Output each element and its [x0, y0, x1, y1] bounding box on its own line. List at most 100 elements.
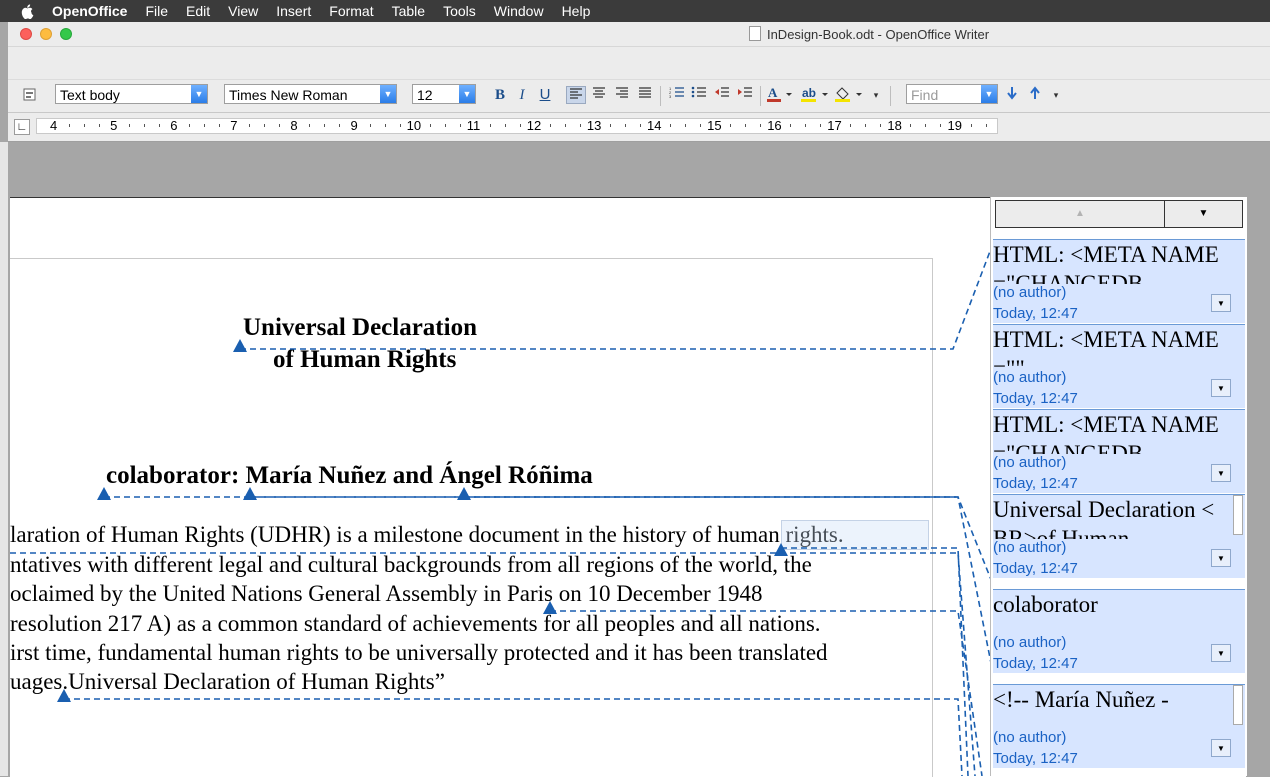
apple-icon[interactable] — [20, 3, 36, 19]
ruler-number: 15 — [707, 118, 722, 133]
font-name-select[interactable]: Times New Roman ▼ — [224, 84, 397, 104]
comment-text[interactable]: HTML: <META NAME="" — [993, 325, 1225, 369]
ruler-tick — [970, 124, 972, 127]
paint-bucket-icon — [835, 87, 862, 102]
ruler-strip[interactable] — [36, 118, 998, 134]
collaborator-line[interactable]: colaborator: María Nuñez and Ángel Róñim… — [106, 462, 593, 490]
ruler-tick — [685, 124, 687, 127]
comment-note[interactable]: Universal Declaration <BR>of Human (no a… — [993, 494, 1245, 578]
document-title-line2[interactable]: of Human Rights — [273, 346, 456, 374]
comment-note[interactable]: colaborator (no author) Today, 12:47 ▼ — [993, 589, 1245, 673]
find-next-button[interactable] — [1004, 86, 1020, 104]
ruler-number: 10 — [406, 118, 422, 133]
comment-text[interactable]: HTML: <META NAME="CHANGEDB — [993, 410, 1225, 454]
comment-author: (no author) — [993, 634, 1067, 651]
paragraph-style-select[interactable]: Text body ▼ — [55, 84, 208, 104]
comment-menu-button[interactable]: ▼ — [1211, 379, 1231, 397]
find-combo[interactable]: Find ▼ — [906, 84, 998, 104]
menu-view[interactable]: View — [228, 3, 258, 19]
comment-note[interactable]: HTML: <META NAME="" (no author) Today, 1… — [993, 324, 1245, 408]
window-title-wrap: InDesign-Book.odt - OpenOffice Writer — [8, 26, 1270, 42]
align-right-button[interactable] — [613, 86, 631, 104]
comment-anchor-icon[interactable] — [543, 601, 557, 614]
align-left-button[interactable] — [566, 86, 586, 104]
toolbar-overflow-icon[interactable]: ▾ — [872, 86, 880, 104]
body-line[interactable]: resolution 217 A) as a common standard o… — [10, 611, 821, 637]
ruler-tick — [369, 124, 371, 127]
window-title: InDesign-Book.odt - OpenOffice Writer — [766, 27, 990, 42]
justify-button[interactable] — [636, 86, 654, 104]
highlight-button[interactable]: ab — [800, 86, 830, 104]
comment-menu-button[interactable]: ▼ — [1211, 549, 1231, 567]
comment-note[interactable]: HTML: <META NAME="CHANGEDB (no author) T… — [993, 239, 1245, 323]
document-title-line1[interactable]: Universal Declaration — [243, 314, 477, 342]
comment-text[interactable]: <!-- María Nuñez - — [993, 685, 1225, 729]
comment-text[interactable]: colaborator — [993, 590, 1225, 634]
comment-menu-button[interactable]: ▼ — [1211, 739, 1231, 757]
align-center-button[interactable] — [590, 86, 608, 104]
font-color-button[interactable]: A — [766, 85, 794, 104]
ruler-tick — [69, 124, 71, 127]
increase-indent-button[interactable] — [736, 86, 754, 104]
comment-note[interactable]: HTML: <META NAME="CHANGEDB (no author) T… — [993, 409, 1245, 493]
chevron-down-icon[interactable]: ▼ — [981, 85, 997, 103]
comments-scroll-up-button[interactable]: ▲ — [996, 201, 1165, 227]
align-center-icon — [593, 87, 605, 98]
chevron-down-icon[interactable]: ▼ — [380, 85, 396, 103]
body-line[interactable]: laration of Human Rights (UDHR) is a mil… — [10, 522, 844, 548]
tab-stop-type-button[interactable]: ∟ — [14, 119, 30, 135]
comments-scroll-down-button[interactable]: ▼ — [1165, 201, 1242, 227]
font-name-value: Times New Roman — [229, 87, 348, 103]
menu-help[interactable]: Help — [562, 3, 591, 19]
comment-text[interactable]: HTML: <META NAME="CHANGEDB — [993, 240, 1225, 284]
comment-anchor-icon[interactable] — [243, 487, 257, 500]
menu-insert[interactable]: Insert — [276, 3, 311, 19]
font-size-select[interactable]: 12 ▼ — [412, 84, 476, 104]
comment-note[interactable]: <!-- María Nuñez - (no author) Today, 12… — [993, 684, 1245, 768]
comment-text[interactable]: Universal Declaration <BR>of Human — [993, 495, 1225, 539]
body-line[interactable]: ntatives with different legal and cultur… — [10, 552, 812, 578]
ruler-number: 16 — [767, 118, 782, 133]
styles-formatting-icon[interactable] — [22, 87, 38, 103]
comment-menu-button[interactable]: ▼ — [1211, 294, 1231, 312]
body-paragraph[interactable]: laration of Human Rights (UDHR) is a mil… — [10, 520, 940, 720]
comment-scrollbar[interactable] — [1233, 685, 1243, 725]
comment-anchor-icon[interactable] — [57, 689, 71, 702]
comment-anchor-icon[interactable] — [774, 543, 788, 556]
bullets-button[interactable] — [690, 86, 708, 104]
body-line[interactable]: uages.Universal Declaration of Human Rig… — [10, 669, 445, 695]
comment-menu-button[interactable]: ▼ — [1211, 644, 1231, 662]
menu-edit[interactable]: Edit — [186, 3, 210, 19]
ruler-tick — [670, 124, 672, 127]
decrease-indent-button[interactable] — [713, 86, 731, 104]
comment-menu-button[interactable]: ▼ — [1211, 464, 1231, 482]
ruler-tick — [429, 124, 431, 127]
ruler-tick — [399, 124, 401, 127]
body-line[interactable]: irst time, fundamental human rights to b… — [10, 640, 828, 666]
menu-app-name[interactable]: OpenOffice — [52, 3, 127, 19]
ruler-tick — [790, 124, 792, 127]
horizontal-ruler[interactable]: ∟ 4 5 6 7 8 9 10 11 12 13 14 15 16 17 18 19 — [8, 113, 1270, 142]
background-color-button[interactable] — [834, 86, 864, 104]
comment-anchor-icon[interactable] — [457, 487, 471, 500]
highlighter-icon: ab — [801, 86, 828, 102]
menu-tools[interactable]: Tools — [443, 3, 476, 19]
menu-format[interactable]: Format — [329, 3, 373, 19]
increase-indent-icon — [738, 87, 752, 97]
italic-button[interactable]: I — [514, 86, 530, 104]
numbering-button[interactable]: 123 — [668, 86, 686, 104]
comment-anchor-icon[interactable] — [233, 339, 247, 352]
chevron-down-icon[interactable]: ▼ — [459, 85, 475, 103]
bold-button[interactable]: B — [492, 86, 508, 104]
comment-scrollbar[interactable] — [1233, 495, 1243, 535]
toolbar-overflow-icon[interactable]: ▾ — [1052, 86, 1060, 104]
underline-button[interactable]: U — [537, 86, 553, 104]
menu-table[interactable]: Table — [392, 3, 425, 19]
menu-window[interactable]: Window — [494, 3, 544, 19]
chevron-down-icon[interactable]: ▼ — [191, 85, 207, 103]
menu-file[interactable]: File — [145, 3, 168, 19]
find-previous-button[interactable] — [1027, 86, 1043, 104]
body-line[interactable]: oclaimed by the United Nations General A… — [10, 581, 762, 607]
comment-anchor-icon[interactable] — [97, 487, 111, 500]
numbered-list-icon: 123 — [669, 86, 684, 99]
